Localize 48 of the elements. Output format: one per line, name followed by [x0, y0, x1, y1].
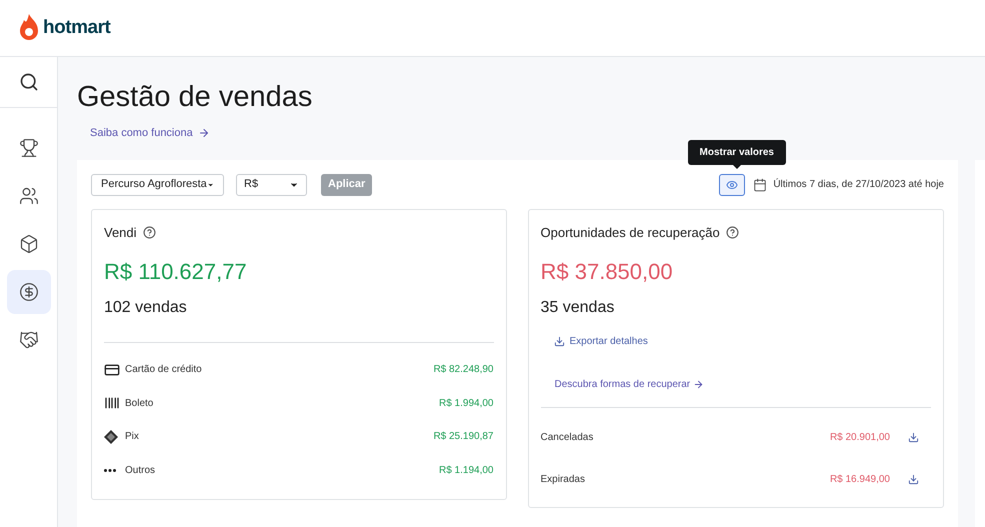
recovery-label: Expiradas: [540, 472, 585, 486]
download-button[interactable]: [908, 474, 919, 484]
calendar-icon: [753, 178, 768, 192]
arrow-right-icon: [693, 379, 704, 390]
arrow-right-icon: [198, 127, 210, 140]
recovery-value: R$ 20.901,00: [830, 430, 890, 444]
export-details-link[interactable]: Exportar detalhes: [554, 334, 648, 349]
sales-count: 102 vendas: [104, 298, 188, 318]
payment-method-label: Boleto: [125, 396, 154, 411]
help-icon: [726, 226, 739, 239]
discover-link[interactable]: Descubra formas de recuperar: [554, 377, 704, 392]
dollar-icon: [18, 282, 38, 302]
help-link[interactable]: Saiba como funciona: [90, 125, 210, 142]
show-values-button[interactable]: [719, 174, 746, 196]
recovery-amount: R$ 37.850,00: [540, 258, 674, 286]
people-icon: [18, 186, 38, 206]
search-icon: [18, 72, 38, 92]
card-title: Vendi: [104, 224, 137, 242]
box-icon: [18, 234, 38, 254]
recovery-label: Canceladas: [540, 430, 594, 444]
payment-method-value: R$ 25.190,87: [433, 430, 494, 444]
payment-method-label: Pix: [125, 430, 139, 444]
logo-text: hotmart: [43, 16, 110, 40]
diamond-icon: [104, 430, 118, 444]
more-icon: [104, 468, 116, 472]
flame-logo-icon: [18, 14, 40, 42]
credit-card-icon: [104, 362, 120, 378]
payment-method-label: Outros: [125, 464, 156, 478]
payment-method-value: R$ 82.248,90: [433, 363, 494, 378]
download-button[interactable]: [908, 432, 919, 442]
eye-icon: [726, 178, 738, 190]
date-range: Últimos 7 dias, de 27/10/2023 até hoje: [773, 177, 944, 192]
payment-method-value: R$ 1.994,00: [439, 396, 494, 411]
barcode-icon: [104, 395, 120, 412]
nav-item[interactable]: [6, 270, 50, 314]
download-icon: [554, 336, 564, 347]
trophy-icon: [18, 138, 38, 158]
sales-amount: R$ 110.627,77: [104, 258, 248, 286]
payment-method-value: R$ 1.194,00: [439, 464, 494, 478]
help-icon: [142, 226, 156, 239]
currency-select[interactable]: R$: [236, 174, 307, 196]
payment-method-label: Cartão de crédito: [125, 363, 202, 378]
recovery-count: 35 vendas: [540, 298, 616, 318]
handshake-icon: [18, 330, 38, 350]
product-select[interactable]: Percurso Agrofloresta: [91, 174, 224, 196]
page-title: Gestão de vendas: [77, 80, 314, 115]
recovery-value: R$ 16.949,00: [830, 472, 890, 486]
card-title: Oportunidades de recuperação: [540, 224, 720, 242]
